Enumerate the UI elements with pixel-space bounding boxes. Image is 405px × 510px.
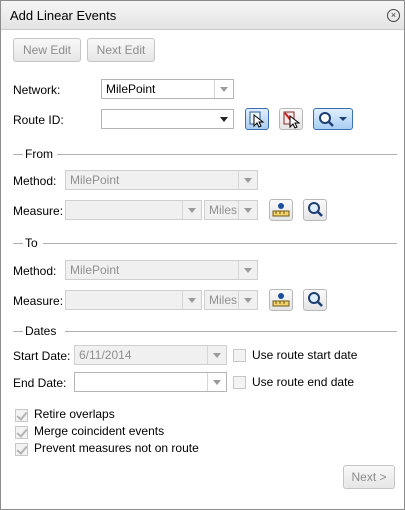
new-edit-button[interactable]: New Edit <box>13 38 81 62</box>
start-date-label: Start Date: <box>13 349 71 363</box>
next-edit-button[interactable]: Next Edit <box>87 38 155 62</box>
chevron-down-icon[interactable] <box>238 291 257 309</box>
route-id-select[interactable] <box>101 109 234 129</box>
network-label: Network: <box>13 83 61 97</box>
chevron-down-icon[interactable] <box>238 201 257 219</box>
clear-route-button[interactable] <box>279 108 303 130</box>
chevron-down-icon[interactable] <box>207 373 226 391</box>
merge-coincident-events-label: Merge coincident events <box>34 424 165 438</box>
search-icon <box>319 112 347 127</box>
select-route-on-map-button[interactable] <box>245 108 269 130</box>
to-method-value: MilePoint <box>70 263 120 277</box>
to-method-label: Method: <box>13 264 57 278</box>
prevent-measures-checkbox[interactable] <box>15 443 28 456</box>
from-measure-label: Measure: <box>13 204 64 218</box>
to-measure-select[interactable] <box>65 290 202 310</box>
to-method-select[interactable]: MilePoint <box>65 260 258 280</box>
search-icon <box>308 292 323 307</box>
chevron-down-icon[interactable] <box>215 110 233 128</box>
measure-tool-icon <box>272 203 290 217</box>
use-route-end-date-label: Use route end date <box>252 375 355 389</box>
retire-overlaps-checkbox[interactable] <box>15 409 28 422</box>
to-measure-label: Measure: <box>13 294 64 308</box>
use-route-start-date-checkbox[interactable] <box>233 349 246 362</box>
add-linear-events-dialog: Add Linear Events × New Edit Next Edit N… <box>0 0 405 510</box>
route-search-dropdown-button[interactable] <box>313 108 353 130</box>
chevron-down-icon[interactable] <box>238 171 257 189</box>
network-value: MilePoint <box>106 82 156 96</box>
from-method-value: MilePoint <box>70 173 120 187</box>
from-measure-zoom-button[interactable] <box>303 199 327 221</box>
to-measure-zoom-button[interactable] <box>303 289 327 311</box>
to-measure-on-map-button[interactable] <box>269 289 293 311</box>
retire-overlaps-label: Retire overlaps <box>34 407 115 421</box>
from-heading: From <box>25 147 53 161</box>
use-route-end-date-checkbox[interactable] <box>233 376 246 389</box>
chevron-down-icon[interactable] <box>182 291 201 309</box>
from-units-select[interactable]: Miles <box>204 200 258 220</box>
next-button[interactable]: Next > <box>343 465 395 489</box>
map-select-icon <box>249 111 265 128</box>
from-units-value: Miles <box>209 203 238 217</box>
chevron-down-icon[interactable] <box>182 201 201 219</box>
chevron-down-icon[interactable] <box>238 261 257 279</box>
to-units-value: Miles <box>209 293 238 307</box>
to-heading: To <box>25 236 38 250</box>
to-units-select[interactable]: Miles <box>204 290 258 310</box>
start-date-value: 6/11/2014 <box>79 348 132 362</box>
dates-heading: Dates <box>25 324 57 338</box>
from-method-label: Method: <box>13 174 57 188</box>
from-method-select[interactable]: MilePoint <box>65 170 258 190</box>
chevron-down-icon[interactable] <box>207 346 226 364</box>
clear-selection-icon <box>283 111 301 129</box>
dialog-title: Add Linear Events <box>10 8 117 23</box>
dates-section-header: Dates <box>13 324 397 338</box>
prevent-measures-label: Prevent measures not on route <box>34 441 199 455</box>
start-date-picker[interactable]: 6/11/2014 <box>74 345 227 365</box>
search-icon <box>308 202 323 217</box>
network-select[interactable]: MilePoint <box>101 79 234 99</box>
route-id-label: Route ID: <box>13 113 64 127</box>
end-date-picker[interactable] <box>74 372 227 392</box>
title-bar: Add Linear Events × <box>1 1 404 30</box>
use-route-start-date-label: Use route start date <box>252 348 358 362</box>
close-icon[interactable]: × <box>387 9 400 22</box>
from-measure-on-map-button[interactable] <box>269 199 293 221</box>
merge-coincident-events-checkbox[interactable] <box>15 426 28 439</box>
to-section-header: To <box>13 236 397 250</box>
end-date-label: End Date: <box>13 376 67 390</box>
chevron-down-icon[interactable] <box>214 80 233 98</box>
measure-tool-icon <box>272 293 290 307</box>
from-measure-select[interactable] <box>65 200 202 220</box>
from-section-header: From <box>13 147 397 161</box>
